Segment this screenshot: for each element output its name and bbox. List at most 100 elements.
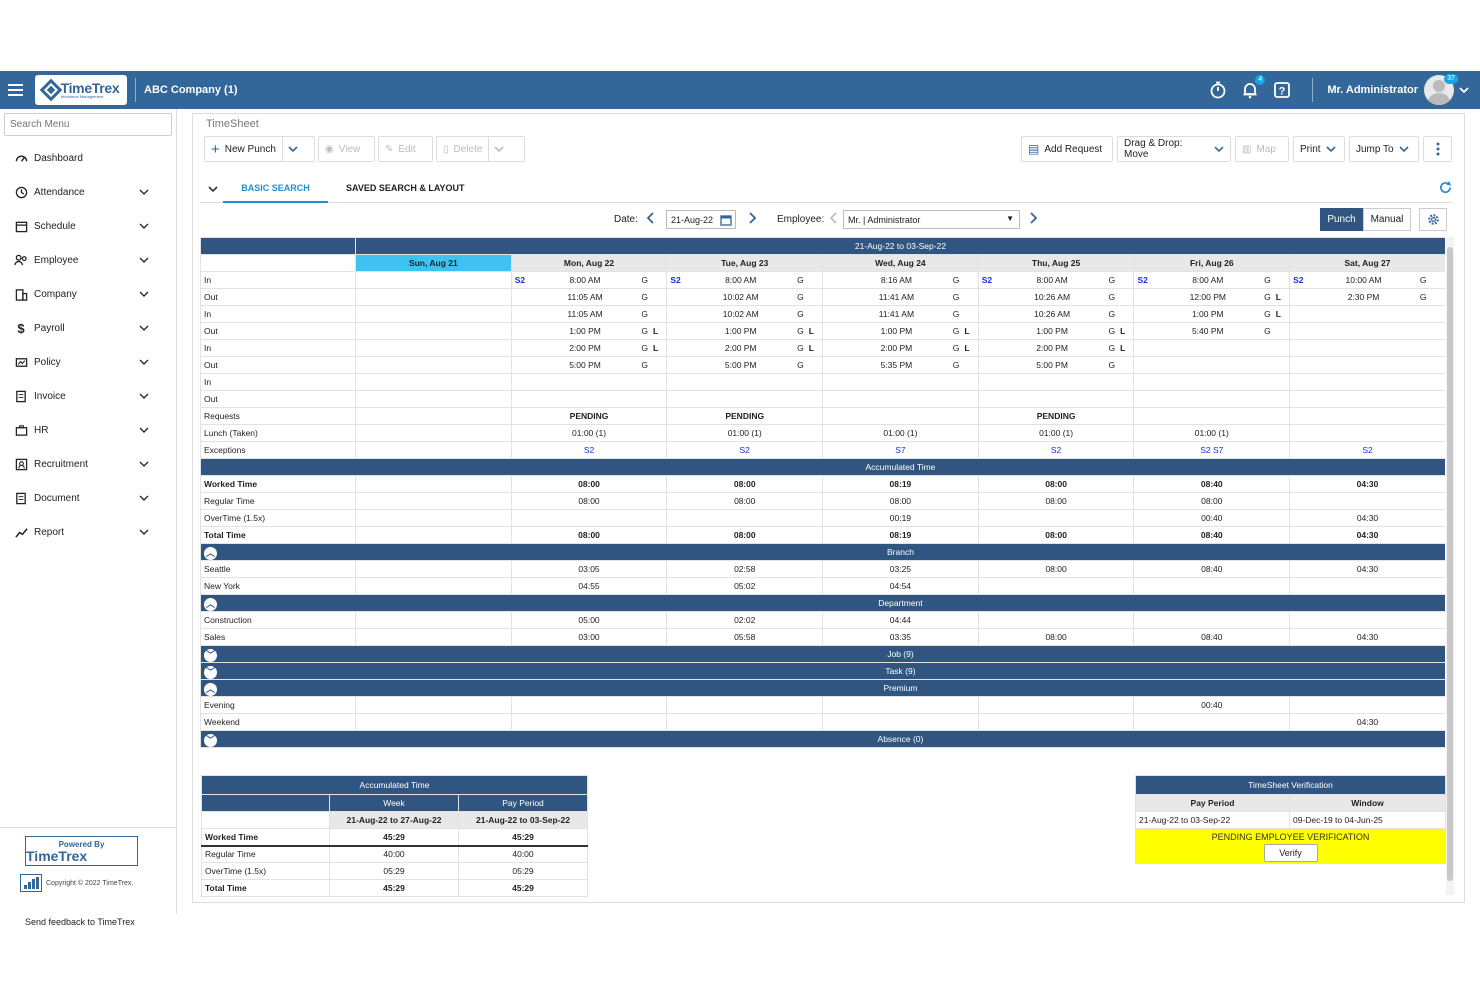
- value-cell[interactable]: S7: [822, 441, 979, 459]
- value-cell[interactable]: [1289, 577, 1445, 595]
- value-cell[interactable]: 08:40: [1133, 526, 1291, 544]
- value-cell[interactable]: 08:40: [1133, 475, 1291, 493]
- punch-cell[interactable]: [510, 390, 668, 408]
- punch-cell[interactable]: [1289, 305, 1445, 323]
- collapse-section-icon[interactable]: ︿: [204, 547, 217, 560]
- punch-cell[interactable]: 5:40 PM G: [1133, 322, 1291, 340]
- value-cell[interactable]: 08:40: [1133, 560, 1291, 578]
- punch-cell[interactable]: S2 8:00 AM G: [977, 271, 1135, 289]
- print-dropdown[interactable]: Print: [1293, 136, 1345, 162]
- punch-cell[interactable]: [666, 373, 824, 391]
- punch-cell[interactable]: 2:00 PM G L: [822, 339, 979, 357]
- employee-select[interactable]: Mr. | Administrator ▼: [843, 210, 1020, 229]
- value-cell[interactable]: 04:30: [1289, 526, 1445, 544]
- stopwatch-icon[interactable]: [1208, 80, 1228, 100]
- punch-cell[interactable]: 1:00 PM G L: [822, 322, 979, 340]
- sidebar-item-company[interactable]: Company: [0, 277, 177, 311]
- value-cell[interactable]: 08:00: [510, 526, 668, 544]
- sidebar-item-invoice[interactable]: Invoice: [0, 379, 177, 413]
- value-cell[interactable]: [355, 577, 512, 595]
- refresh-icon[interactable]: [1439, 181, 1452, 197]
- value-cell[interactable]: [822, 696, 979, 714]
- punch-cell[interactable]: 10:26 AM G: [977, 305, 1135, 323]
- value-cell[interactable]: 04:54: [822, 577, 979, 595]
- verify-button[interactable]: Verify: [1263, 844, 1318, 862]
- value-cell[interactable]: 00:19: [822, 509, 979, 527]
- jump-to-dropdown[interactable]: Jump To: [1349, 136, 1419, 162]
- value-cell[interactable]: [355, 611, 512, 629]
- value-cell[interactable]: 04:44: [822, 611, 979, 629]
- sidebar-item-recruitment[interactable]: Recruitment: [0, 447, 177, 481]
- punch-cell[interactable]: [1289, 390, 1445, 408]
- next-employee-chevron-icon[interactable]: [1028, 212, 1038, 227]
- hamburger-menu-icon[interactable]: [0, 71, 30, 109]
- chevron-down-icon[interactable]: [281, 137, 303, 161]
- punch-cell[interactable]: 11:41 AM G: [822, 305, 979, 323]
- settings-gear-icon[interactable]: [1419, 208, 1447, 231]
- punch-cell[interactable]: 8:16 AM G: [822, 271, 979, 289]
- value-cell[interactable]: 02:58: [666, 560, 824, 578]
- value-cell[interactable]: 03:25: [822, 560, 979, 578]
- value-cell[interactable]: [355, 475, 512, 493]
- value-cell[interactable]: 08:00: [666, 492, 824, 510]
- day-header[interactable]: Tue, Aug 23: [666, 254, 824, 272]
- punch-cell[interactable]: 5:00 PM G: [510, 356, 668, 374]
- punch-cell[interactable]: S2 8:00 AM G: [1133, 271, 1291, 289]
- value-cell[interactable]: 08:00: [977, 475, 1135, 493]
- punch-cell[interactable]: [355, 339, 512, 357]
- value-cell[interactable]: S2: [1289, 441, 1445, 459]
- value-cell[interactable]: 05:58: [666, 628, 824, 646]
- value-cell[interactable]: 01:00 (1): [822, 424, 979, 442]
- sidebar-item-attendance[interactable]: Attendance: [0, 175, 177, 209]
- value-cell[interactable]: [355, 509, 512, 527]
- value-cell[interactable]: 08:19: [822, 526, 979, 544]
- punch-cell[interactable]: [355, 390, 512, 408]
- add-request-button[interactable]: ▤ Add Request: [1021, 136, 1113, 162]
- punch-cell[interactable]: 2:00 PM G L: [510, 339, 668, 357]
- punch-cell[interactable]: 10:02 AM G: [666, 305, 824, 323]
- punch-cell[interactable]: [977, 390, 1135, 408]
- day-header[interactable]: Thu, Aug 25: [977, 254, 1135, 272]
- value-cell[interactable]: S2: [510, 441, 668, 459]
- value-cell[interactable]: [355, 560, 512, 578]
- value-cell[interactable]: [1289, 407, 1445, 425]
- calendar-picker-icon[interactable]: [720, 214, 732, 228]
- value-cell[interactable]: [355, 628, 512, 646]
- value-cell[interactable]: 08:00: [510, 492, 668, 510]
- punch-cell[interactable]: [977, 373, 1135, 391]
- value-cell[interactable]: [510, 696, 668, 714]
- collapse-section-icon[interactable]: ︿: [204, 683, 217, 696]
- value-cell[interactable]: 04:30: [1289, 560, 1445, 578]
- map-button[interactable]: ▥ Map: [1235, 136, 1289, 162]
- delete-button[interactable]: ▯ Delete: [436, 136, 525, 162]
- value-cell[interactable]: 03:00: [510, 628, 668, 646]
- punch-cell[interactable]: [510, 373, 668, 391]
- punch-cell[interactable]: 5:00 PM G: [977, 356, 1135, 374]
- value-cell[interactable]: [1289, 696, 1445, 714]
- value-cell[interactable]: [1133, 611, 1291, 629]
- timetrex-logo[interactable]: TimeTrex Workforce Management: [35, 75, 127, 105]
- punch-cell[interactable]: 11:05 AM G: [510, 288, 668, 306]
- collapse-chevron-icon[interactable]: [208, 184, 218, 197]
- feedback-link[interactable]: Send feedback to TimeTrex: [25, 917, 135, 927]
- value-cell[interactable]: [977, 696, 1135, 714]
- punch-cell[interactable]: [1289, 322, 1445, 340]
- sidebar-item-schedule[interactable]: Schedule: [0, 209, 177, 243]
- punch-cell[interactable]: 1:00 PM G L: [977, 322, 1135, 340]
- value-cell[interactable]: PENDING: [977, 407, 1135, 425]
- punch-cell[interactable]: [822, 373, 979, 391]
- help-icon[interactable]: ?: [1272, 80, 1292, 100]
- punch-cell[interactable]: 5:35 PM G: [822, 356, 979, 374]
- value-cell[interactable]: [355, 526, 512, 544]
- value-cell[interactable]: 04:55: [510, 577, 668, 595]
- value-cell[interactable]: [666, 696, 824, 714]
- day-header[interactable]: Fri, Aug 26: [1133, 254, 1291, 272]
- punch-cell[interactable]: [1133, 373, 1291, 391]
- value-cell[interactable]: [977, 611, 1135, 629]
- value-cell[interactable]: 08:00: [666, 526, 824, 544]
- value-cell[interactable]: [355, 696, 512, 714]
- punch-cell[interactable]: [355, 271, 512, 289]
- sidebar-item-document[interactable]: Document: [0, 481, 177, 515]
- chevron-down-icon[interactable]: [488, 137, 509, 161]
- value-cell[interactable]: [355, 713, 512, 731]
